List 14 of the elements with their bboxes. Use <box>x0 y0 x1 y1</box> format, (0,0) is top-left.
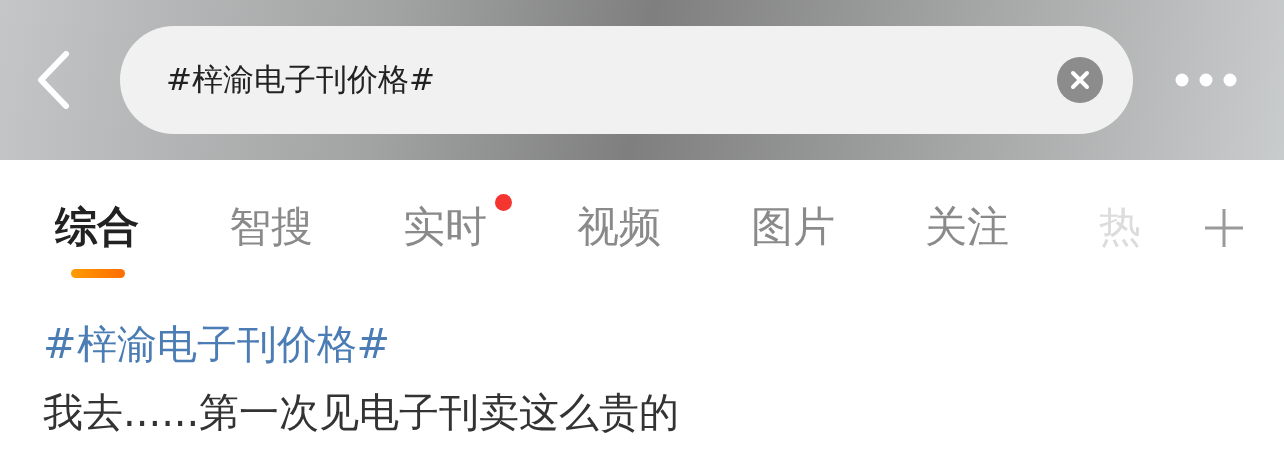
tab[interactable]: 实时 <box>403 202 487 251</box>
tab[interactable]: 视频 <box>577 202 661 251</box>
clear-icon[interactable] <box>1057 57 1103 103</box>
post-text: 我去......第一次见电子刊卖这么贵的 <box>43 388 681 437</box>
topic-link[interactable]: #梓渝电子刊价格# <box>43 316 391 372</box>
back-icon[interactable] <box>36 51 70 109</box>
tab[interactable]: 智搜 <box>229 202 313 251</box>
tab[interactable]: 综合 <box>55 202 139 251</box>
tab[interactable]: 图片 <box>751 202 835 251</box>
tab[interactable]: 关注 <box>925 202 1009 251</box>
add-icon[interactable] <box>1204 208 1244 248</box>
search-field[interactable]: #梓渝电子刊价格# <box>120 26 1133 134</box>
tab-underline <box>71 269 125 278</box>
more-icon[interactable] <box>1175 73 1237 87</box>
